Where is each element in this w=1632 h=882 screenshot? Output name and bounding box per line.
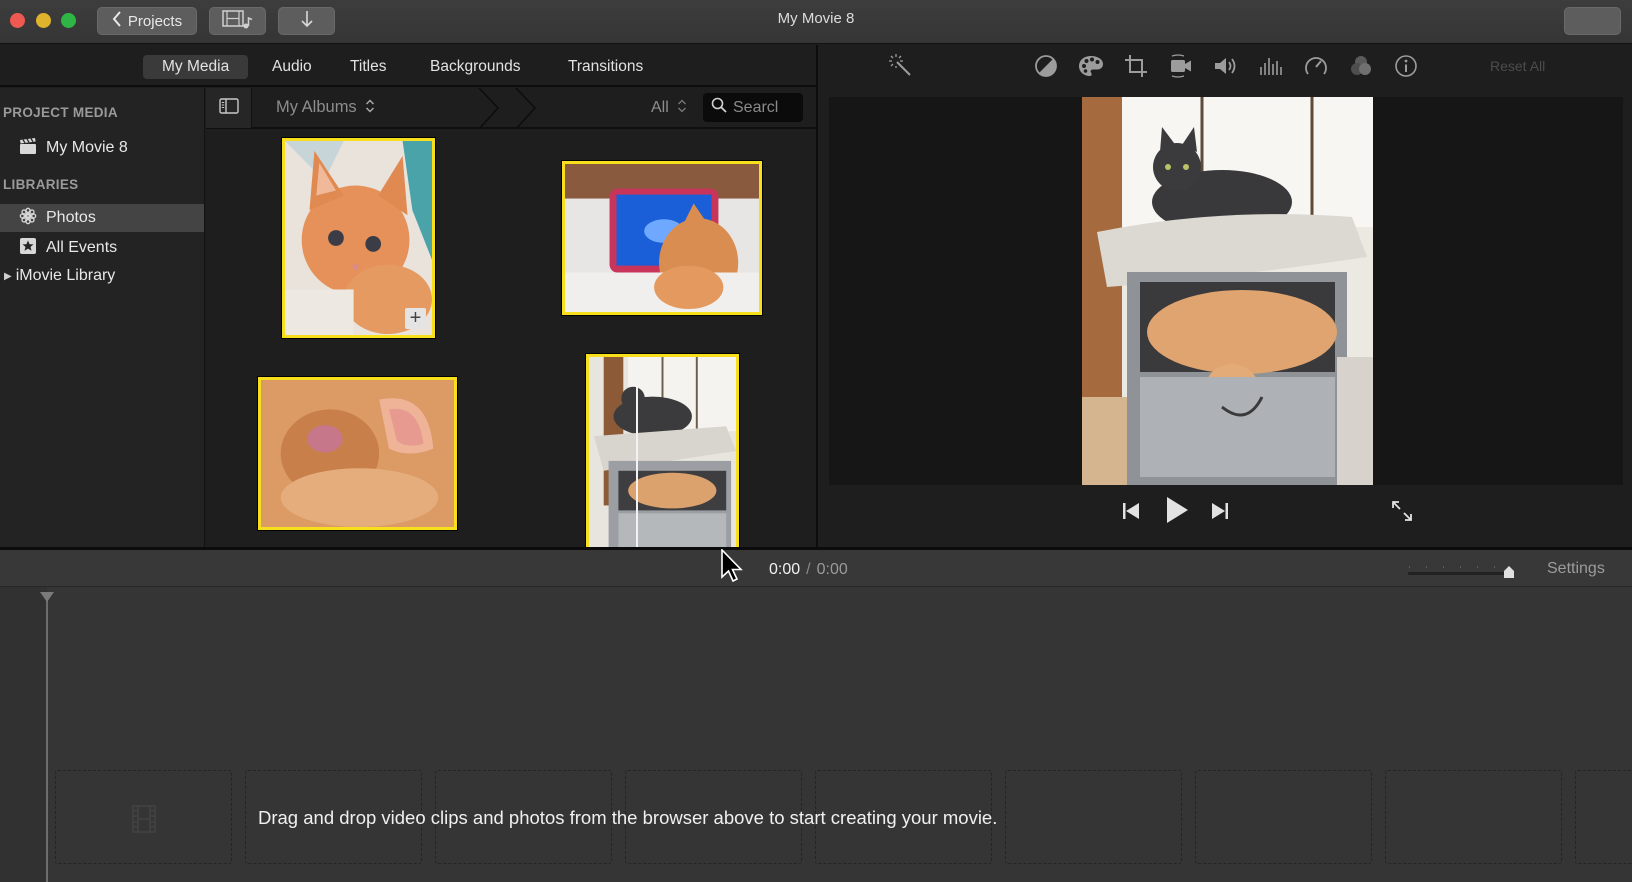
timeline-playhead[interactable]	[46, 593, 48, 882]
color-balance-icon[interactable]	[1033, 53, 1059, 79]
media-thumbnail[interactable]	[561, 160, 763, 316]
palette-icon[interactable]	[1078, 53, 1104, 79]
libraries-header: LIBRARIES	[3, 177, 79, 192]
kitten-photo	[285, 141, 432, 335]
mouse-cursor-icon	[721, 548, 745, 590]
info-icon[interactable]	[1393, 53, 1419, 79]
sidebar-item-my-movie-8[interactable]: My Movie 8	[0, 134, 204, 162]
timeline-placeholder-slot	[1385, 770, 1562, 864]
up-down-chevron-icon	[673, 99, 687, 116]
tab-backgrounds[interactable]: Backgrounds	[411, 55, 539, 79]
filter-selector[interactable]: All	[651, 98, 687, 117]
playhead-handle[interactable]	[40, 592, 54, 602]
speaker-icon[interactable]	[1213, 53, 1239, 79]
media-thumbnail[interactable]	[585, 353, 740, 547]
timeline-empty-message: Drag and drop video clips and photos fro…	[258, 807, 998, 828]
preview-image	[1082, 97, 1373, 485]
current-time: 0:00	[769, 561, 801, 578]
viewer-canvas	[829, 97, 1623, 485]
title-bar: Projects My Movie 8	[0, 0, 1632, 44]
clapperboard-icon	[16, 137, 40, 159]
toggle-sidebar-button[interactable]	[206, 88, 252, 128]
viewer-adjustment-bar: Reset All	[818, 45, 1632, 87]
media-thumbnail[interactable]: +	[281, 137, 436, 339]
timeline-placeholder-slot	[1195, 770, 1372, 864]
album-selector[interactable]: My Albums	[276, 98, 375, 117]
magic-wand-icon[interactable]	[888, 53, 914, 79]
project-media-header: PROJECT MEDIA	[3, 105, 118, 120]
sidebar-item-imovie-library[interactable]: ▶ iMovie Library	[0, 262, 204, 290]
import-media-button[interactable]	[278, 7, 335, 35]
film-music-icon	[221, 9, 254, 33]
timeline-settings-button[interactable]: Settings	[1547, 560, 1605, 578]
media-thumbnail[interactable]	[257, 376, 458, 531]
libraries-sidebar: PROJECT MEDIA My Movie 8 LIBRARIES Photo…	[0, 88, 205, 547]
timeline-placeholder-slot	[1575, 770, 1632, 864]
kitten-tablet-photo	[565, 164, 759, 312]
cat-ear-photo	[261, 380, 454, 527]
tab-transitions[interactable]: Transitions	[549, 55, 662, 79]
projects-back-button[interactable]: Projects	[97, 7, 197, 35]
minimize-window-button[interactable]	[36, 13, 51, 28]
disclosure-triangle-icon[interactable]: ▶	[4, 271, 12, 282]
add-to-project-button[interactable]: +	[405, 308, 426, 329]
skimmer-playhead[interactable]	[636, 357, 638, 547]
up-down-chevron-icon	[361, 98, 375, 116]
total-duration: 0:00	[816, 561, 848, 578]
close-window-button[interactable]	[10, 13, 25, 28]
speedometer-icon[interactable]	[1303, 53, 1329, 79]
timecode: 0:00/0:00	[769, 561, 848, 578]
maximize-window-button[interactable]	[61, 13, 76, 28]
browser-tabs: My Media Audio Titles Backgrounds Transi…	[0, 45, 816, 87]
share-button[interactable]	[1564, 7, 1621, 35]
cats-cabinet-photo	[589, 357, 736, 547]
timeline-gutter	[0, 587, 47, 882]
skip-back-icon[interactable]	[1119, 499, 1143, 523]
media-browser-toggle-button[interactable]	[209, 7, 266, 35]
play-icon[interactable]	[1162, 495, 1192, 525]
arrow-down-icon	[300, 10, 314, 32]
breadcrumb-chevrons	[478, 88, 537, 129]
timeline[interactable]: Drag and drop video clips and photos fro…	[0, 587, 1632, 882]
browser-toolbar: My Albums All Searcl	[206, 88, 816, 129]
sidebar-item-all-events[interactable]: All Events	[0, 234, 204, 262]
sidebar-toggle-icon	[218, 97, 239, 119]
projects-label: Projects	[127, 12, 183, 30]
tab-audio[interactable]: Audio	[253, 55, 331, 79]
chevron-left-icon	[112, 11, 122, 31]
search-field[interactable]: Searcl	[703, 93, 803, 122]
search-icon	[711, 97, 727, 118]
viewer	[818, 87, 1632, 547]
video-camera-icon[interactable]	[1168, 53, 1194, 79]
timeline-zoom-slider[interactable]	[1408, 563, 1518, 583]
search-placeholder: Searcl	[733, 98, 779, 116]
media-browser: +	[206, 130, 816, 547]
star-box-icon	[16, 237, 40, 259]
filter-circles-icon[interactable]	[1348, 53, 1374, 79]
sidebar-item-photos[interactable]: Photos	[0, 204, 204, 232]
tab-my-media[interactable]: My Media	[143, 55, 249, 79]
tab-titles[interactable]: Titles	[331, 55, 405, 79]
zoom-slider-thumb	[1504, 566, 1514, 578]
fullscreen-icon[interactable]	[1390, 499, 1414, 523]
timeline-toolbar: 0:00/0:00 Settings	[0, 547, 1632, 587]
crop-icon[interactable]	[1123, 53, 1149, 79]
photos-flower-icon	[16, 207, 40, 229]
timeline-placeholder-slot	[1005, 770, 1182, 864]
reset-all-button[interactable]: Reset All	[1490, 58, 1545, 74]
equalizer-icon[interactable]	[1258, 53, 1284, 79]
skip-forward-icon[interactable]	[1208, 499, 1232, 523]
filmstrip-icon	[132, 805, 156, 833]
